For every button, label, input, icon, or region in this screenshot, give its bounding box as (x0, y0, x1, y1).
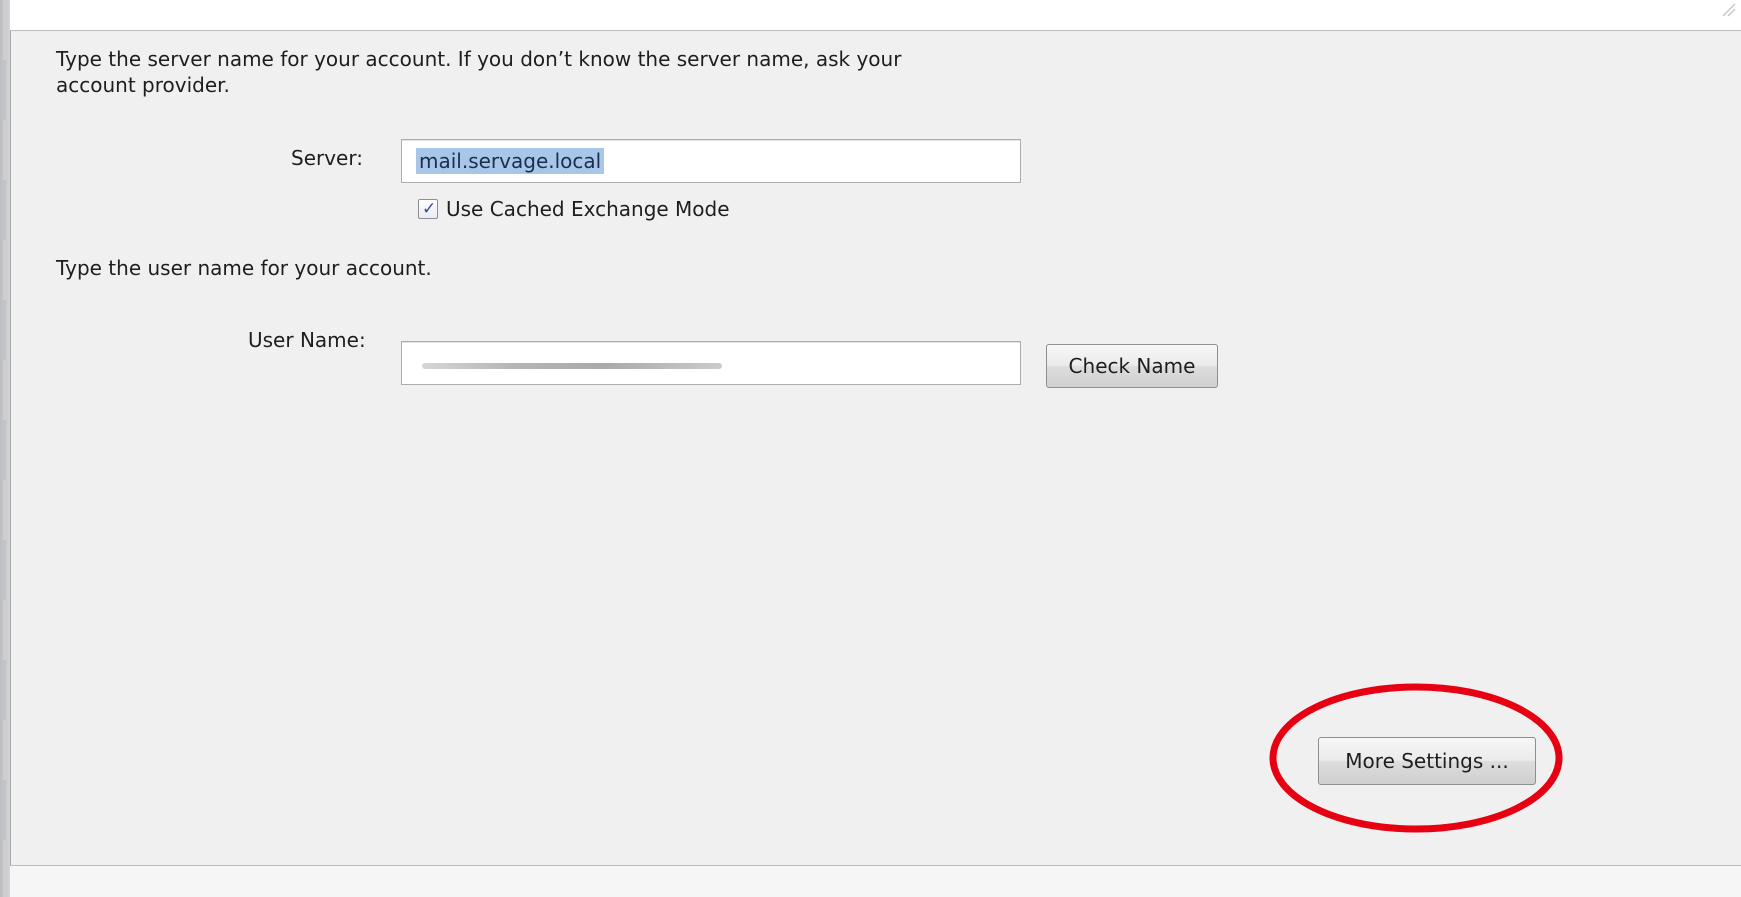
user-instructions-text: Type the user name for your account. (56, 256, 432, 280)
header-band (10, 0, 1741, 31)
cached-exchange-mode-label[interactable]: Use Cached Exchange Mode (446, 196, 730, 222)
server-input[interactable]: mail.servage.local (401, 139, 1021, 183)
checkmark-icon: ✓ (422, 199, 437, 219)
obscured-username-value (422, 363, 722, 369)
server-label: Server: (291, 146, 363, 170)
cached-exchange-mode-checkbox[interactable]: ✓ (418, 199, 438, 219)
username-label: User Name: (248, 328, 366, 352)
server-input-value: mail.servage.local (416, 148, 605, 174)
window-left-edge (0, 0, 10, 897)
server-instructions-line-1: Type the server name for your account. I… (56, 47, 902, 71)
footer-band (10, 866, 1741, 897)
username-input[interactable] (401, 341, 1021, 385)
check-name-button[interactable]: Check Name (1046, 344, 1218, 388)
account-settings-window: Type the server name for your account. I… (0, 0, 1741, 897)
server-instructions-line-2: account provider. (56, 73, 230, 97)
more-settings-button[interactable]: More Settings ... (1318, 737, 1536, 785)
server-instructions-text: Type the server name for your account. I… (56, 46, 1016, 98)
resize-grip-icon (1722, 3, 1736, 17)
